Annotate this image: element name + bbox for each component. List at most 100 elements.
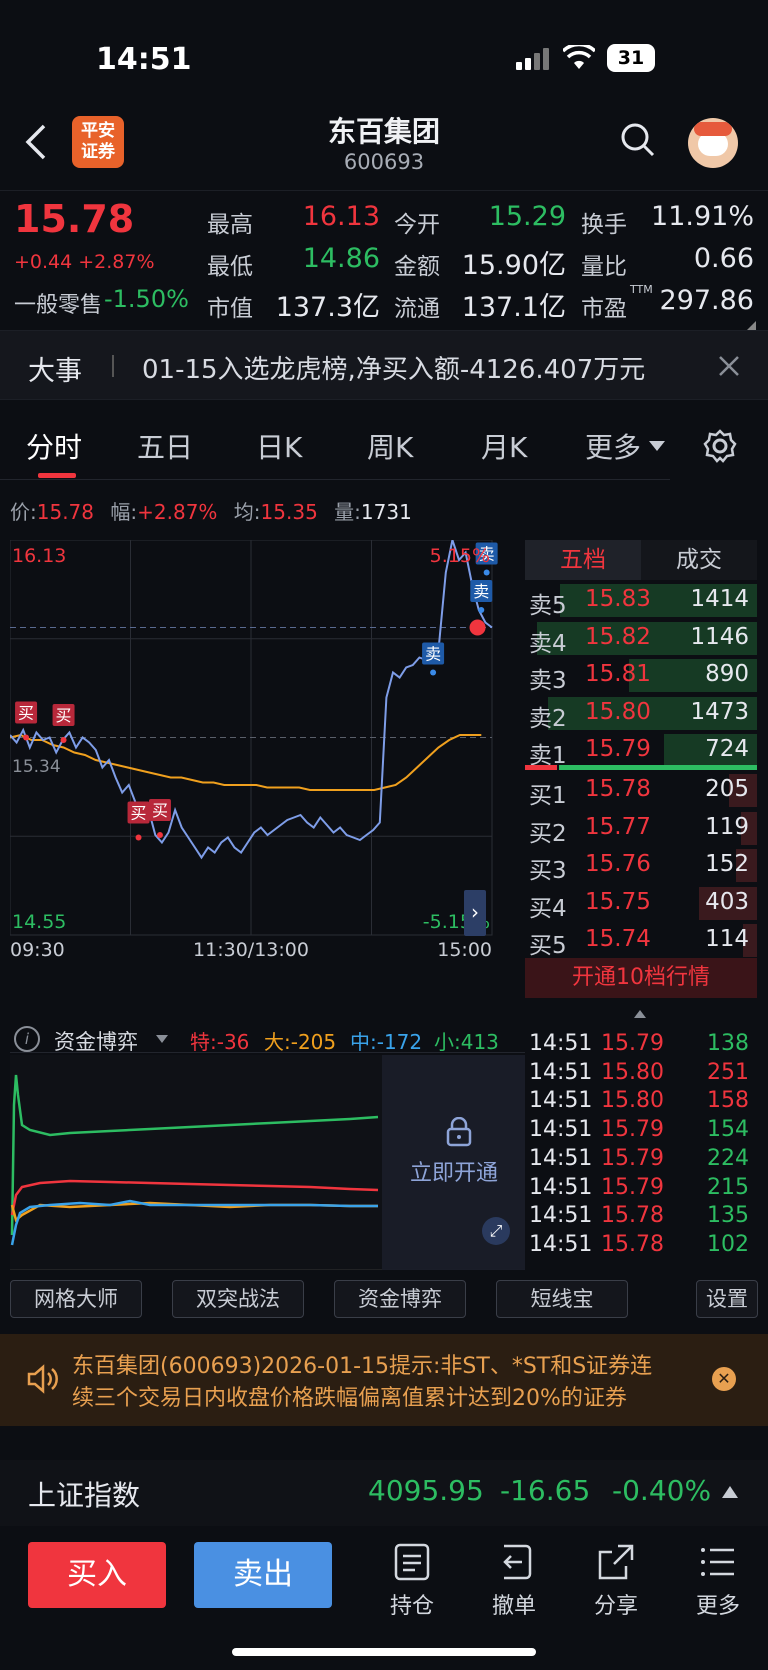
more-button[interactable]: 更多 bbox=[678, 1542, 758, 1620]
more-label: 更多 bbox=[695, 1594, 740, 1619]
fund-flow-panel: i 资金博弈 特:-36 大:-205 中:-172 小:413 立即开通 ⤢ bbox=[10, 1025, 525, 1270]
bid-ask-ratio-red bbox=[525, 765, 557, 770]
index-ticker[interactable]: 上证指数 4095.95 -16.65 -0.40% bbox=[0, 1460, 768, 1526]
cancel-order-button[interactable]: 撤单 bbox=[474, 1542, 554, 1620]
tabs-divider bbox=[0, 479, 670, 480]
fund-flow-title[interactable]: 资金博弈 bbox=[54, 1026, 138, 1056]
order-book-row[interactable]: 买4 15.75 403 bbox=[525, 885, 757, 922]
trade-volume: 102 bbox=[707, 1231, 749, 1257]
info-price: 15.78 bbox=[36, 500, 95, 524]
intraday-chart-svg: 买买买 买卖卖卖16.1314.555.15%-5.15%15.3409:30 11… bbox=[10, 540, 498, 961]
tab-more[interactable]: 更多 bbox=[585, 426, 641, 466]
double-break-button[interactable]: 双突战法 bbox=[172, 1280, 304, 1318]
trade-list: 14:51 15.79 138 14:51 15.80 251 14:51 15.80 158 1… bbox=[525, 1030, 757, 1270]
unlock-button[interactable]: 立即开通 bbox=[388, 1155, 520, 1187]
avatar[interactable] bbox=[688, 118, 738, 168]
trade-row: 14:51 15.78 135 bbox=[525, 1202, 757, 1231]
order-book-row[interactable]: 卖5 15.83 1414 bbox=[525, 582, 757, 619]
dropdown-arrow-icon[interactable] bbox=[156, 1035, 168, 1043]
chevron-down-icon[interactable] bbox=[648, 440, 666, 452]
info-vol-label: 量: bbox=[334, 500, 361, 524]
trade-volume: 224 bbox=[707, 1145, 749, 1171]
open-10-level-button[interactable]: 开通10档行情 bbox=[525, 958, 757, 998]
signal-icon bbox=[516, 48, 549, 70]
trade-row: 14:51 15.79 224 bbox=[525, 1145, 757, 1174]
order-book-row[interactable]: 卖2 15.80 1473 bbox=[525, 695, 757, 732]
order-level-label: 买1 bbox=[529, 783, 567, 809]
order-book-row[interactable]: 买1 15.78 205 bbox=[525, 772, 757, 809]
chevron-right-icon[interactable]: › bbox=[464, 890, 486, 936]
order-volume: 114 bbox=[705, 926, 749, 952]
info-avg: 15.35 bbox=[260, 500, 318, 524]
price-change: +0.44 +2.87% bbox=[14, 251, 155, 273]
sector-label[interactable]: 一般零售 bbox=[14, 287, 102, 319]
share-label: 分享 bbox=[593, 1594, 638, 1619]
ref-price-label: 15.34 bbox=[12, 757, 61, 777]
tab-daily-k[interactable]: 日K bbox=[256, 426, 302, 466]
trade-volume: 138 bbox=[707, 1031, 749, 1056]
order-price: 15.78 bbox=[585, 776, 651, 802]
news-divider bbox=[112, 355, 114, 377]
order-volume: 1146 bbox=[690, 623, 749, 650]
gear-icon[interactable] bbox=[702, 428, 738, 464]
info-icon[interactable]: i bbox=[14, 1026, 40, 1052]
trade-price: 15.79 bbox=[601, 1174, 664, 1200]
order-book-row[interactable]: 卖1 15.79 724 bbox=[525, 732, 757, 769]
intraday-chart[interactable]: 买买买买卖卖卖 16.13 14.55 5.15% -5.15% 15.34 09:30 11… bbox=[10, 540, 525, 995]
tab-weekly-k[interactable]: 周K bbox=[367, 426, 413, 466]
tab-intraday[interactable]: 分时 bbox=[26, 426, 82, 466]
buy-button[interactable]: 买入 bbox=[28, 1542, 166, 1608]
order-price: 15.83 bbox=[585, 586, 651, 612]
battery-level: 31 bbox=[617, 47, 645, 69]
order-book-row[interactable]: 买2 15.77 119 bbox=[525, 810, 757, 847]
x-axis-label-open: 09:30 bbox=[10, 939, 65, 961]
grid-master-button[interactable]: 网格大师 bbox=[10, 1280, 142, 1318]
order-volume: 1473 bbox=[690, 698, 749, 725]
low-value: 14.86 bbox=[302, 243, 380, 274]
sector-change: -1.50% bbox=[104, 285, 189, 313]
holdings-button[interactable]: 持仓 bbox=[372, 1542, 452, 1620]
order-book-row[interactable]: 买5 15.74 114 bbox=[525, 922, 757, 959]
short-line-button[interactable]: 短线宝 bbox=[496, 1280, 628, 1318]
y-axis-bottom-label: 14.55 bbox=[12, 911, 66, 933]
news-banner[interactable]: 大事 01-15入选龙虎榜,净买入额-4126.407万元 bbox=[0, 330, 768, 400]
tab-order-book[interactable]: 五档 bbox=[525, 540, 641, 580]
vol-ratio-label: 量比 bbox=[581, 254, 627, 280]
tab-monthly-k[interactable]: 月K bbox=[481, 426, 527, 466]
index-name: 上证指数 bbox=[28, 1479, 141, 1512]
trade-row: 14:51 15.79 138 bbox=[525, 1030, 757, 1059]
trade-row: 14:51 15.80 251 bbox=[525, 1059, 757, 1088]
trade-price: 15.79 bbox=[601, 1117, 664, 1143]
collapse-up-icon[interactable] bbox=[634, 1010, 646, 1018]
alert-close-icon[interactable]: ✕ bbox=[712, 1367, 736, 1391]
trade-marker-label: 买 bbox=[18, 704, 34, 723]
x-axis-label-midday: 11:30/13:00 bbox=[193, 939, 309, 961]
close-icon[interactable] bbox=[718, 355, 740, 377]
float-value: 137.1亿 bbox=[461, 292, 566, 323]
tab-five-day[interactable]: 五日 bbox=[137, 426, 193, 466]
turnover-value: 11.91% bbox=[651, 201, 754, 232]
order-book-row[interactable]: 买3 15.76 152 bbox=[525, 847, 757, 884]
alert-line-2: 续三个交易日内收盘价格跌幅偏离值累计达到20%的证券 bbox=[72, 1386, 627, 1411]
trade-marker-dot bbox=[478, 607, 485, 613]
order-price: 15.76 bbox=[585, 851, 651, 877]
order-book-row[interactable]: 卖3 15.81 890 bbox=[525, 657, 757, 694]
index-value: 4095.95 bbox=[368, 1474, 484, 1507]
risk-alert-banner[interactable]: 东百集团(600693)2026-01-15提示:非ST、*ST和S证券连 续三… bbox=[0, 1334, 768, 1426]
order-book-row[interactable]: 卖4 15.82 1146 bbox=[525, 620, 757, 657]
order-volume: 890 bbox=[705, 661, 749, 687]
expand-up-icon[interactable] bbox=[722, 1486, 738, 1498]
trade-time: 14:51 bbox=[529, 1231, 593, 1257]
fund-game-button[interactable]: 资金博弈 bbox=[334, 1280, 466, 1318]
search-icon[interactable] bbox=[620, 122, 656, 158]
settings-button[interactable]: 设置 bbox=[696, 1280, 758, 1318]
tab-trades[interactable]: 成交 bbox=[641, 540, 757, 580]
tool-bar: 网格大师 双突战法 资金博弈 短线宝 设置 bbox=[0, 1278, 768, 1322]
share-button[interactable]: 分享 bbox=[576, 1542, 656, 1620]
fullscreen-icon[interactable]: ⤢ bbox=[482, 1217, 510, 1245]
trade-marker-dot bbox=[483, 569, 490, 576]
info-range: +2.87% bbox=[137, 500, 218, 524]
sell-button[interactable]: 卖出 bbox=[194, 1542, 332, 1608]
index-pct: -0.40% bbox=[612, 1474, 712, 1507]
trade-time: 14:51 bbox=[529, 1117, 593, 1143]
